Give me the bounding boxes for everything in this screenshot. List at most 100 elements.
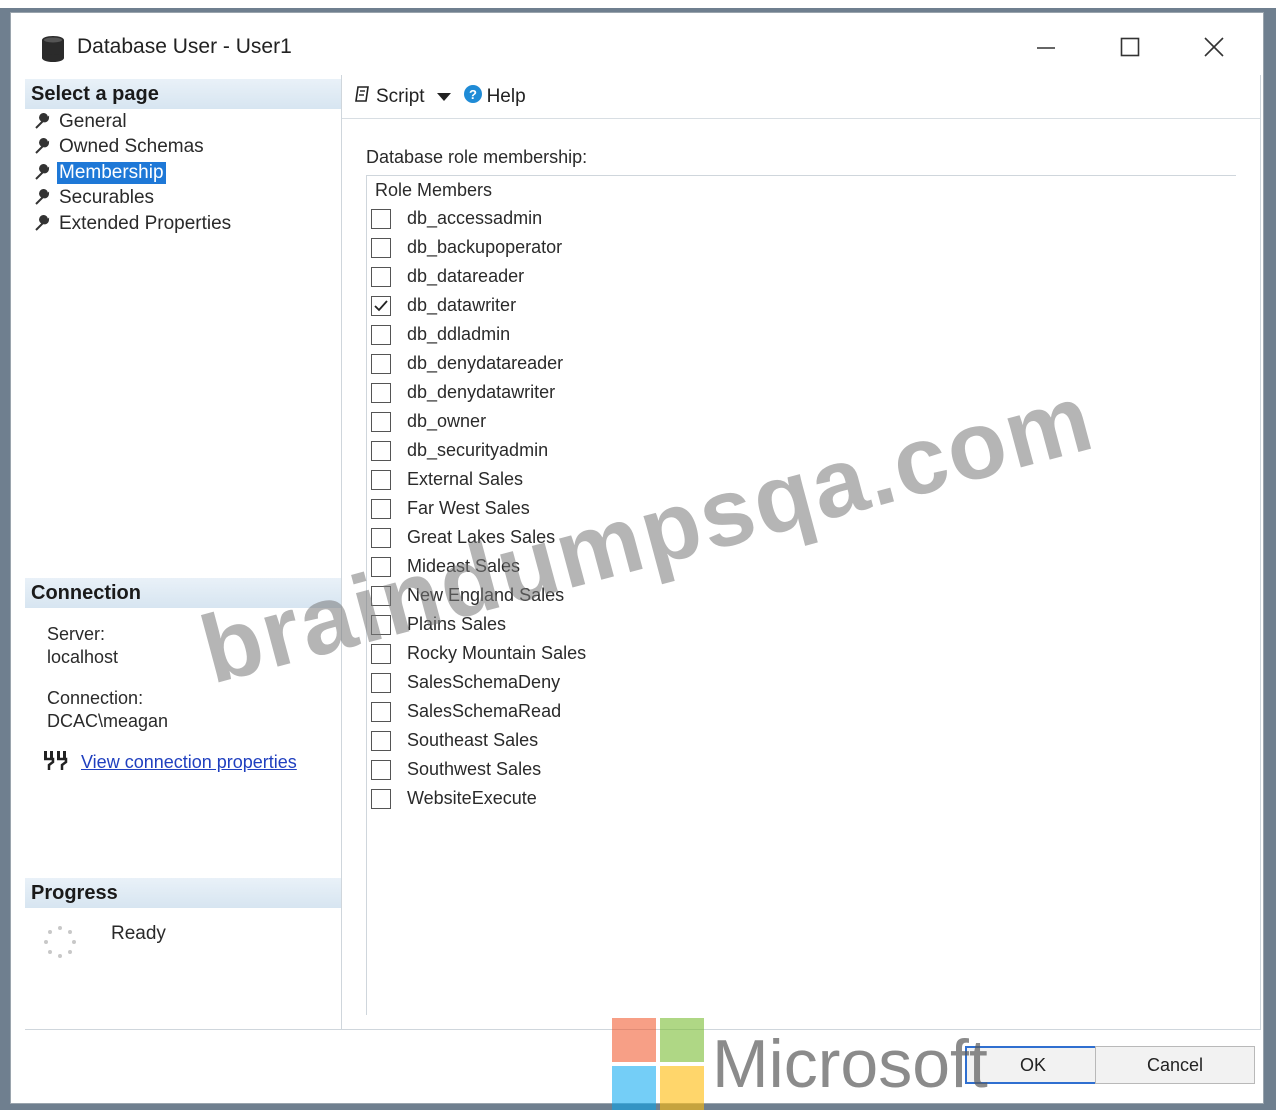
role-checkbox[interactable] xyxy=(371,353,391,374)
role-checkbox[interactable] xyxy=(371,701,391,722)
right-pane: Script ? Help Database role membership: … xyxy=(341,75,1261,1029)
role-checkbox[interactable] xyxy=(371,411,391,432)
page-item-membership[interactable]: Membership xyxy=(33,160,233,186)
role-row[interactable]: Rocky Mountain Sales xyxy=(367,639,1236,668)
role-checkbox[interactable] xyxy=(371,208,391,229)
role-members-list: Role Members db_accessadmin db_backupoper… xyxy=(366,175,1236,1015)
page-item-general[interactable]: General xyxy=(33,109,233,135)
role-row[interactable]: db_ddladmin xyxy=(367,320,1236,349)
ok-button[interactable]: OK xyxy=(965,1046,1101,1084)
minimize-button[interactable] xyxy=(1023,27,1069,67)
page-item-owned-schemas[interactable]: Owned Schemas xyxy=(33,135,233,161)
role-checkbox[interactable] xyxy=(371,237,391,258)
role-row[interactable]: Southwest Sales xyxy=(367,755,1236,784)
progress-status: Ready xyxy=(111,923,166,944)
role-row[interactable]: db_owner xyxy=(367,407,1236,436)
role-name: Great Lakes Sales xyxy=(407,527,556,547)
connection-label: Connection: xyxy=(47,688,144,708)
role-name: Mideast Sales xyxy=(407,556,521,576)
dialog-window: Database User - User1 Select a page Gene… xyxy=(10,12,1264,1104)
progress-header: Progress xyxy=(25,878,341,908)
role-row[interactable]: SalesSchemaDeny xyxy=(367,668,1236,697)
role-name: External Sales xyxy=(407,469,524,489)
wrench-icon xyxy=(33,214,51,233)
toolbar: Script ? Help xyxy=(342,75,1260,119)
page-item-label: Owned Schemas xyxy=(59,136,204,158)
role-row[interactable]: Plains Sales xyxy=(367,610,1236,639)
role-row[interactable]: Southeast Sales xyxy=(367,726,1236,755)
role-checkbox[interactable] xyxy=(371,585,391,606)
page-item-securables[interactable]: Securables xyxy=(33,186,233,212)
wrench-icon xyxy=(33,138,51,156)
role-checkbox[interactable] xyxy=(371,759,391,780)
role-name: db_accessadmin xyxy=(407,208,543,228)
role-row[interactable]: External Sales xyxy=(367,465,1236,494)
close-icon xyxy=(1204,37,1224,57)
connection-info: Connection: DCAC\meagan xyxy=(47,687,168,733)
role-row[interactable]: Far West Sales xyxy=(367,494,1236,523)
progress-spinner-icon xyxy=(43,925,77,959)
role-checkbox[interactable] xyxy=(371,324,391,345)
role-checkbox[interactable] xyxy=(371,614,391,635)
select-page-header: Select a page xyxy=(25,79,341,109)
connection-header: Connection xyxy=(25,578,341,608)
dialog-footer: OK Cancel xyxy=(25,1029,1261,1103)
server-info: Server: localhost xyxy=(47,623,118,669)
page-item-extended-properties[interactable]: Extended Properties xyxy=(33,211,233,237)
maximize-button[interactable] xyxy=(1107,27,1153,67)
role-checkbox[interactable] xyxy=(371,788,391,809)
role-checkbox[interactable] xyxy=(371,498,391,519)
caret-down-icon xyxy=(436,92,451,101)
role-checkbox[interactable] xyxy=(371,527,391,548)
script-label: Script xyxy=(376,85,425,107)
close-button[interactable] xyxy=(1191,27,1237,67)
role-name: db_securityadmin xyxy=(407,440,549,460)
role-checkbox[interactable] xyxy=(371,382,391,403)
role-row[interactable]: db_denydatareader xyxy=(367,349,1236,378)
role-row[interactable]: db_securityadmin xyxy=(367,436,1236,465)
role-checkbox[interactable] xyxy=(371,672,391,693)
connection-value: DCAC\meagan xyxy=(47,711,169,731)
role-row[interactable]: New England Sales xyxy=(367,581,1236,610)
role-membership-heading: Database role membership: xyxy=(366,147,588,167)
column-header-role-members: Role Members xyxy=(375,180,493,200)
role-row[interactable]: db_denydatawriter xyxy=(367,378,1236,407)
role-row[interactable]: SalesSchemaRead xyxy=(367,697,1236,726)
role-checkbox[interactable] xyxy=(371,295,391,316)
role-checkbox[interactable] xyxy=(371,556,391,577)
cancel-button[interactable]: Cancel xyxy=(1095,1046,1255,1084)
role-membership-area: Database role membership: Role Members d… xyxy=(366,147,1236,1015)
role-row[interactable]: db_datawriter xyxy=(367,291,1236,320)
title-bar: Database User - User1 xyxy=(11,13,1263,75)
wrench-icon xyxy=(33,112,51,131)
role-row[interactable]: db_accessadmin xyxy=(367,204,1236,233)
role-checkbox[interactable] xyxy=(371,469,391,490)
role-checkbox[interactable] xyxy=(371,730,391,751)
plug-icon xyxy=(43,749,69,776)
role-name: db_datareader xyxy=(407,266,525,286)
view-connection-properties-link[interactable]: View connection properties xyxy=(43,749,297,776)
server-value: localhost xyxy=(47,647,119,667)
role-name: db_ddladmin xyxy=(407,324,511,344)
role-name: Plains Sales xyxy=(407,614,507,634)
page-item-label: Securables xyxy=(59,187,155,209)
role-row[interactable]: db_backupoperator xyxy=(367,233,1236,262)
role-checkbox[interactable] xyxy=(371,266,391,287)
role-name: db_owner xyxy=(407,411,487,431)
role-row[interactable]: WebsiteExecute xyxy=(367,784,1236,813)
script-button[interactable]: Script xyxy=(354,85,425,109)
database-icon xyxy=(41,35,65,63)
role-list: db_accessadmin db_backupoperator db_datare… xyxy=(367,204,1236,813)
page-item-label: Extended Properties xyxy=(59,212,232,234)
script-dropdown-button[interactable] xyxy=(436,92,451,102)
role-name: Rocky Mountain Sales xyxy=(407,643,587,663)
role-checkbox[interactable] xyxy=(371,440,391,461)
help-button[interactable]: ? Help xyxy=(463,84,526,110)
role-row[interactable]: db_datareader xyxy=(367,262,1236,291)
role-checkbox[interactable] xyxy=(371,643,391,664)
role-name: Southeast Sales xyxy=(407,730,539,750)
role-row[interactable]: Great Lakes Sales xyxy=(367,523,1236,552)
role-name: db_datawriter xyxy=(407,295,517,315)
role-row[interactable]: Mideast Sales xyxy=(367,552,1236,581)
role-name: SalesSchemaDeny xyxy=(407,672,561,692)
